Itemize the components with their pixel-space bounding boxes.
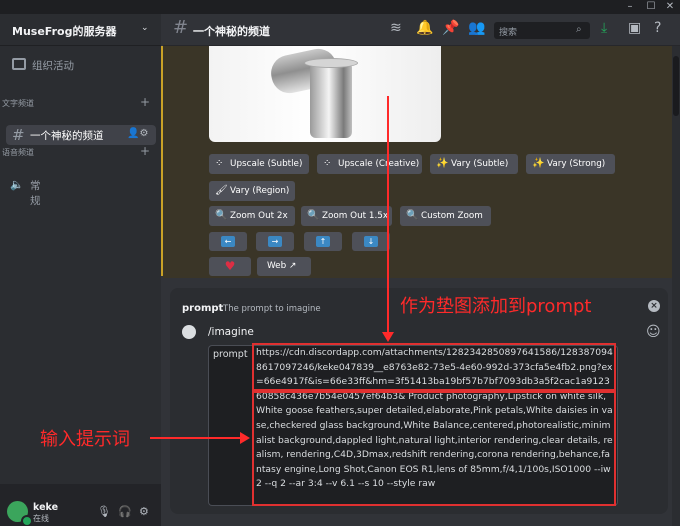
- upscale-icon: ⁘: [323, 158, 332, 169]
- sidebar-item-mystery-channel[interactable]: # 一个神秘的频道 👤⚙: [6, 125, 156, 145]
- generated-image[interactable]: [209, 46, 441, 142]
- magnifier-icon: 🔍: [307, 210, 320, 221]
- channel-settings-icons[interactable]: 👤⚙: [127, 128, 148, 139]
- page-title: 一个神秘的频道: [193, 25, 270, 38]
- help-icon[interactable]: ?: [654, 20, 661, 36]
- upscale-creative-button[interactable]: ⁘ Upscale (Creative): [317, 154, 422, 174]
- zoom-out-2x-button[interactable]: 🔍 Zoom Out 2x: [209, 206, 295, 226]
- arrow-right-icon: →: [268, 236, 282, 247]
- image-object: [310, 62, 352, 138]
- pan-down-button[interactable]: ↓: [352, 232, 390, 251]
- hash-icon: #: [12, 126, 25, 144]
- inbox-icon[interactable]: ▣: [628, 20, 641, 36]
- avatar[interactable]: [7, 501, 33, 526]
- close-icon[interactable]: ✕: [660, 0, 680, 14]
- command-composer: prompt The prompt to imagine × 作为垫图添加到pr…: [170, 288, 668, 514]
- scrollbar-thumb[interactable]: [673, 56, 679, 116]
- hash-icon: #: [173, 17, 189, 38]
- sparkle-icon: ✨: [436, 158, 449, 169]
- search-placeholder: 搜索: [499, 28, 518, 38]
- calendar-icon: [12, 58, 26, 70]
- add-voice-channel-icon[interactable]: +: [140, 144, 150, 158]
- arrow-down-icon: ↓: [364, 236, 378, 247]
- annotation-arrowhead: [240, 432, 250, 444]
- web-button[interactable]: Web ↗: [257, 257, 311, 276]
- server-name: MuseFrog的服务器: [12, 25, 117, 38]
- slash-command: /imagine: [208, 326, 254, 338]
- pan-up-button[interactable]: ↑: [304, 232, 342, 251]
- heart-icon: ♥: [224, 259, 236, 273]
- maximize-icon[interactable]: ☐: [641, 0, 661, 14]
- annotation-image-prompt: 作为垫图添加到prompt: [400, 296, 592, 317]
- chat-header: # 一个神秘的频道 ≋ 🔔 📌 👥 搜索 ⌕ ⤓ ▣ ?: [163, 14, 680, 46]
- command-option-description: The prompt to imagine: [223, 304, 321, 314]
- category-text-channels[interactable]: 文字频道: [2, 98, 34, 109]
- channel-label: 一个神秘的频道: [30, 130, 104, 142]
- image-object: [304, 58, 358, 68]
- text-highlight-box: [252, 391, 616, 506]
- threads-icon[interactable]: ≋: [390, 20, 402, 36]
- close-icon[interactable]: ×: [648, 300, 660, 312]
- server-header[interactable]: MuseFrog的服务器 ⌄: [0, 14, 161, 46]
- emoji-icon[interactable]: ☺: [646, 324, 661, 340]
- upscale-subtle-button[interactable]: ⁘ Upscale (Subtle): [209, 154, 309, 174]
- headphones-icon[interactable]: 🎧: [118, 505, 132, 518]
- settings-gear-icon[interactable]: ⚙: [139, 505, 149, 518]
- annotation-enter-prompt: 输入提示词: [40, 429, 130, 450]
- magnifier-icon: 🔍: [215, 210, 228, 221]
- chevron-down-icon[interactable]: ⌄: [141, 23, 149, 33]
- prompt-option-label: prompt: [213, 349, 248, 360]
- message-area: ⁘ Upscale (Subtle) ⁘ Upscale (Creative) …: [163, 46, 672, 278]
- sparkle-icon: ✨: [532, 158, 545, 169]
- scrollbar[interactable]: [672, 46, 680, 526]
- web-label: Web ↗: [267, 261, 297, 271]
- pan-left-button[interactable]: ←: [209, 232, 247, 251]
- magnifier-icon: 🔍: [406, 210, 419, 221]
- upscale-icon: ⁘: [215, 158, 224, 169]
- minimize-icon[interactable]: –: [620, 0, 640, 14]
- pan-right-button[interactable]: →: [256, 232, 294, 251]
- pin-icon[interactable]: 📌: [442, 20, 459, 36]
- annotation-arrowhead: [382, 332, 394, 342]
- annotation-arrow-line: [150, 437, 242, 439]
- prompt-option-tag: prompt: [208, 345, 250, 506]
- vary-subtle-button[interactable]: ✨ Vary (Subtle): [430, 154, 518, 174]
- vary-strong-button[interactable]: ✨ Vary (Strong): [526, 154, 615, 174]
- category-voice-channels[interactable]: 语音频道: [2, 147, 34, 158]
- sidebar-item-activity[interactable]: 组织活动: [6, 54, 156, 76]
- user-panel: keke 在线 🎙 🎧 ⚙: [0, 484, 161, 526]
- url-highlight-box: [252, 343, 616, 391]
- zoom-out-1-5x-button[interactable]: 🔍 Zoom Out 1.5x: [301, 206, 392, 226]
- search-icon: ⌕: [576, 24, 582, 35]
- bot-avatar-icon: [182, 325, 196, 339]
- add-channel-icon[interactable]: +: [140, 95, 150, 109]
- speaker-icon: 🔈: [10, 178, 24, 191]
- arrow-up-icon: ↑: [316, 236, 330, 247]
- members-icon[interactable]: 👥: [468, 20, 485, 36]
- download-icon[interactable]: ⤓: [601, 20, 607, 36]
- microphone-icon[interactable]: 🎙: [97, 505, 111, 518]
- custom-zoom-button[interactable]: 🔍 Custom Zoom: [400, 206, 491, 226]
- window-titlebar: – ☐ ✕: [0, 0, 680, 14]
- username: keke: [33, 502, 59, 513]
- annotation-arrow-line: [387, 96, 389, 336]
- user-status: 在线: [33, 514, 49, 523]
- command-option-name: prompt: [182, 303, 224, 314]
- search-input[interactable]: 搜索 ⌕: [494, 22, 590, 39]
- brush-icon: 🖌: [215, 185, 228, 196]
- favorite-button[interactable]: ♥: [209, 257, 251, 276]
- arrow-left-icon: ←: [221, 236, 235, 247]
- vary-region-button[interactable]: 🖌 Vary (Region): [209, 181, 295, 201]
- bell-icon[interactable]: 🔔: [416, 20, 433, 36]
- sidebar-item-label: 组织活动: [32, 60, 74, 72]
- voice-channel-label: 常规: [30, 180, 41, 207]
